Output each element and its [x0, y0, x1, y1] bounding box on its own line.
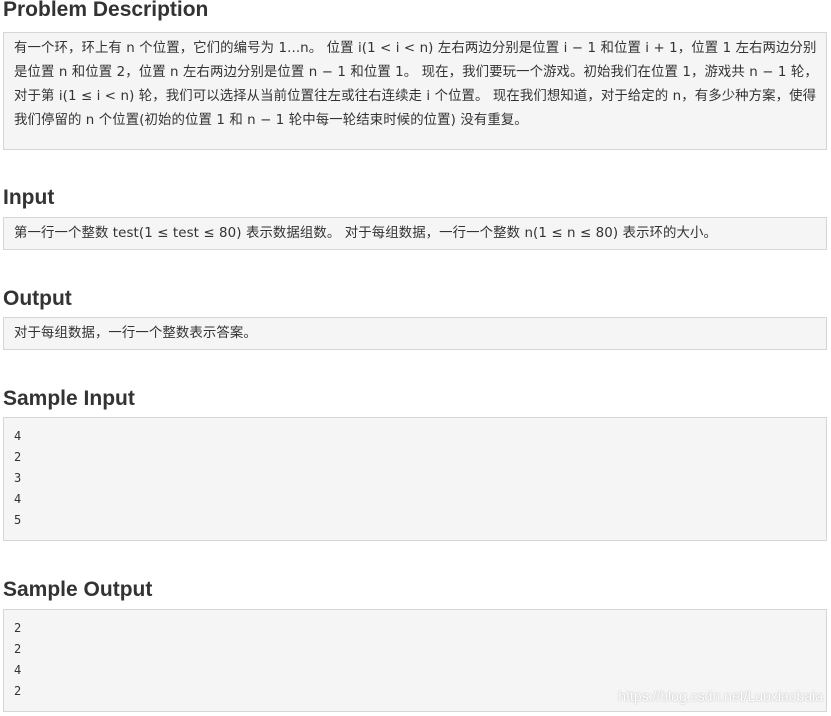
sample-output-heading: Sample Output	[3, 578, 153, 601]
sample-input-line: 4	[14, 492, 22, 506]
sample-input-line: 5	[14, 513, 22, 527]
problem-description-box: 有一个环，环上有 n 个位置，它们的编号为 1...n。 位置 i(1 < i …	[3, 32, 827, 150]
sample-output-line: 2	[14, 621, 22, 635]
input-box: 第一行一个整数 test(1 ≤ test ≤ 80) 表示数据组数。 对于每组…	[3, 217, 827, 250]
sample-input-line: 2	[14, 450, 22, 464]
sample-input-heading: Sample Input	[3, 387, 135, 410]
output-heading: Output	[3, 287, 72, 310]
sample-input-line: 3	[14, 471, 22, 485]
sample-output-line: 4	[14, 663, 22, 677]
output-text: 对于每组数据，一行一个整数表示答案。	[14, 326, 257, 341]
sample-input-code[interactable]: 4 2 3 4 5	[4, 418, 826, 539]
problem-description-heading: Problem Description	[3, 0, 209, 21]
input-text: 第一行一个整数 test(1 ≤ test ≤ 80) 表示数据组数。 对于每组…	[14, 226, 718, 241]
input-heading: Input	[3, 186, 55, 209]
sample-output-line: 2	[14, 642, 22, 656]
sample-input-box[interactable]: 4 2 3 4 5	[3, 417, 827, 541]
watermark: https://blog.csdn.net/Luoxiaobaia	[618, 688, 823, 704]
output-box: 对于每组数据，一行一个整数表示答案。	[3, 317, 827, 350]
sample-input-line: 4	[14, 429, 22, 443]
problem-description-text: 有一个环，环上有 n 个位置，它们的编号为 1...n。 位置 i(1 < i …	[14, 41, 818, 128]
